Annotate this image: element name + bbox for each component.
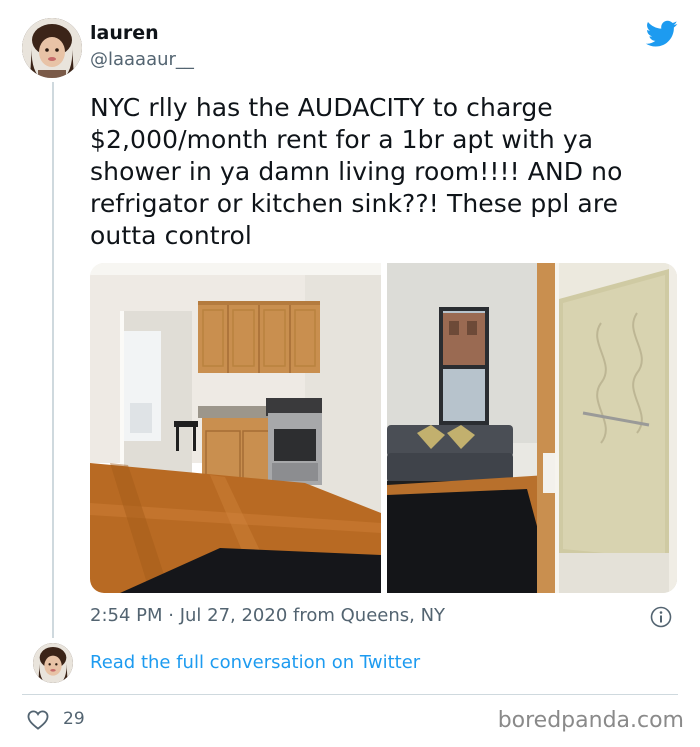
tweet-photo-living-room[interactable] <box>387 263 677 593</box>
tweet-photo-kitchen[interactable] <box>90 263 381 593</box>
thread-line <box>52 82 54 638</box>
tweet-timestamp[interactable]: 2:54 PM · Jul 27, 2020 from Queens, NY <box>90 605 445 626</box>
author-avatar[interactable] <box>22 18 82 78</box>
site-watermark: boredpanda.com <box>497 708 684 733</box>
author-display-name[interactable]: lauren <box>90 22 159 44</box>
author-handle[interactable]: @laaaaur__ <box>90 49 194 70</box>
like-count: 29 <box>63 709 85 729</box>
reply-avatar[interactable] <box>33 643 73 683</box>
divider <box>22 694 678 695</box>
info-icon[interactable] <box>650 606 672 628</box>
twitter-bird-icon[interactable] <box>646 20 678 48</box>
read-conversation-link[interactable]: Read the full conversation on Twitter <box>90 652 420 673</box>
tweet-text: NYC rlly has the AUDACITY to charge $2,0… <box>90 93 623 250</box>
tweet-card: lauren @laaaaur__ NYC rlly has the AUDAC… <box>0 0 700 747</box>
heart-icon[interactable] <box>27 710 49 730</box>
